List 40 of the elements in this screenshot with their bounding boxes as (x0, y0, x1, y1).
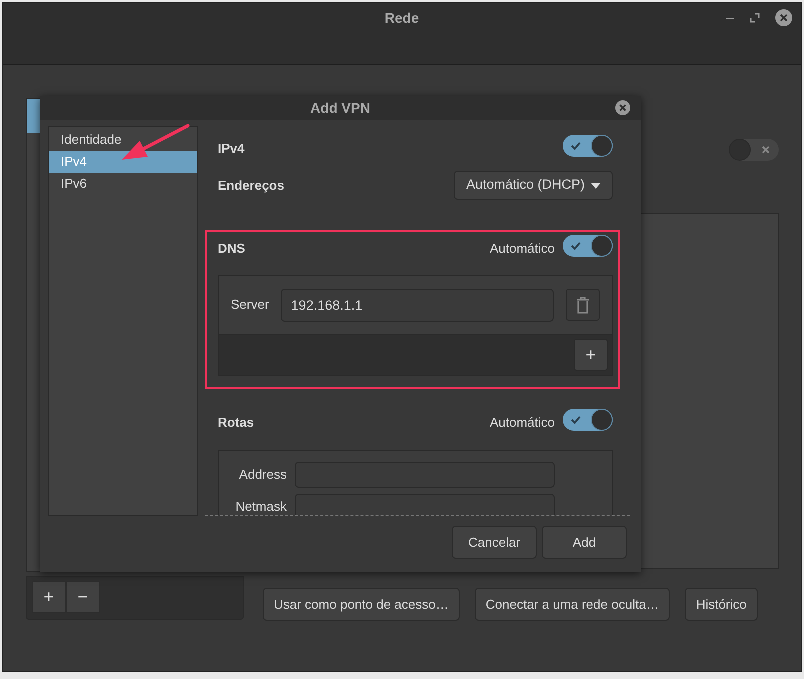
close-icon[interactable] (775, 9, 793, 27)
window-title: Rede (384, 9, 420, 28)
dialog-title: Add VPN (310, 98, 370, 118)
dialog-button[interactable]: Add (542, 526, 627, 559)
selected-row[interactable] (27, 99, 41, 133)
pointer-arrow (122, 124, 190, 160)
sidebar-item[interactable]: Identidade (49, 129, 197, 151)
field-label: Address (238, 467, 287, 483)
toggle-switch[interactable] (563, 235, 613, 258)
method-dropdown[interactable]: Automático (DHCP) (454, 171, 613, 200)
input-field[interactable] (295, 494, 555, 515)
caret-icon (591, 182, 601, 188)
section-label: Rotas (218, 414, 254, 432)
close-icon[interactable] (615, 100, 631, 116)
section-label: DNS (218, 240, 246, 258)
remove-button[interactable]: − (66, 581, 100, 613)
check-icon (571, 415, 581, 426)
add-button[interactable]: + (32, 581, 66, 613)
action-button[interactable]: Usar como ponto de acesso… (263, 588, 460, 621)
section-label: IPv4 (218, 140, 245, 158)
toggle-label: Automático (490, 414, 555, 432)
maximize-icon[interactable] (750, 13, 760, 23)
sidebar-item[interactable]: IPv6 (49, 173, 197, 195)
add-button[interactable]: + (574, 339, 608, 371)
delete-button[interactable] (566, 289, 600, 321)
toggle-switch[interactable] (729, 139, 779, 161)
toggle-label: Automático (490, 240, 555, 258)
action-button[interactable]: Histórico (685, 588, 758, 621)
section-label: Endereços (218, 176, 284, 195)
toggle-switch[interactable] (563, 135, 613, 158)
action-button[interactable]: Conectar a uma rede oculta… (474, 588, 670, 621)
dialog-button[interactable]: Cancelar (452, 526, 537, 559)
server-field[interactable]: 192.168.1.1 (281, 288, 554, 322)
trash-icon (576, 296, 590, 314)
toggle-switch[interactable] (563, 409, 613, 432)
check-icon (571, 241, 581, 252)
close-icon (761, 145, 771, 155)
check-icon (571, 141, 581, 152)
field-label: Server (231, 296, 270, 314)
field-label: Netmask (235, 499, 287, 515)
